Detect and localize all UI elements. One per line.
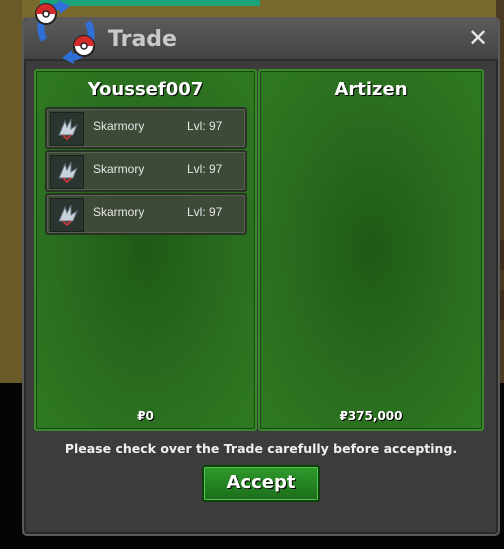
offer-item[interactable]: Skarmory Lvl: 97: [45, 193, 247, 235]
skarmory-sprite-icon: [50, 155, 84, 189]
world-decoration: [0, 0, 22, 383]
right-player-name: Artizen: [334, 79, 408, 100]
skarmory-sprite-icon: [50, 198, 84, 232]
accept-button[interactable]: Accept: [202, 465, 320, 502]
right-offer-panel: Artizen ₽375,000: [258, 69, 484, 431]
close-icon[interactable]: ✕: [466, 26, 490, 50]
pokemon-name: Skarmory: [93, 162, 145, 176]
pokemon-level: Lvl: 97: [187, 162, 223, 176]
offer-item[interactable]: Skarmory Lvl: 97: [45, 150, 247, 192]
offer-item[interactable]: Skarmory Lvl: 97: [45, 107, 247, 149]
left-money-amount: ₽0: [137, 409, 154, 423]
left-offer-panel: Youssef007 Skarmory Lvl: 97 Skarmory Lvl…: [34, 69, 257, 431]
skarmory-sprite-icon: [50, 112, 84, 146]
pokemon-level: Lvl: 97: [187, 119, 223, 133]
trade-swap-icon: [30, 0, 102, 66]
right-money-amount: ₽375,000: [339, 409, 403, 423]
pokemon-name: Skarmory: [93, 119, 145, 133]
trade-window: Trade ✕ Youssef007 Skarmory Lvl: 97 Skar…: [22, 17, 500, 536]
pokemon-name: Skarmory: [93, 205, 145, 219]
pokemon-level: Lvl: 97: [187, 205, 223, 219]
trade-notice: Please check over the Trade carefully be…: [64, 441, 458, 456]
left-player-name: Youssef007: [87, 79, 204, 100]
window-title: Trade: [108, 27, 177, 52]
